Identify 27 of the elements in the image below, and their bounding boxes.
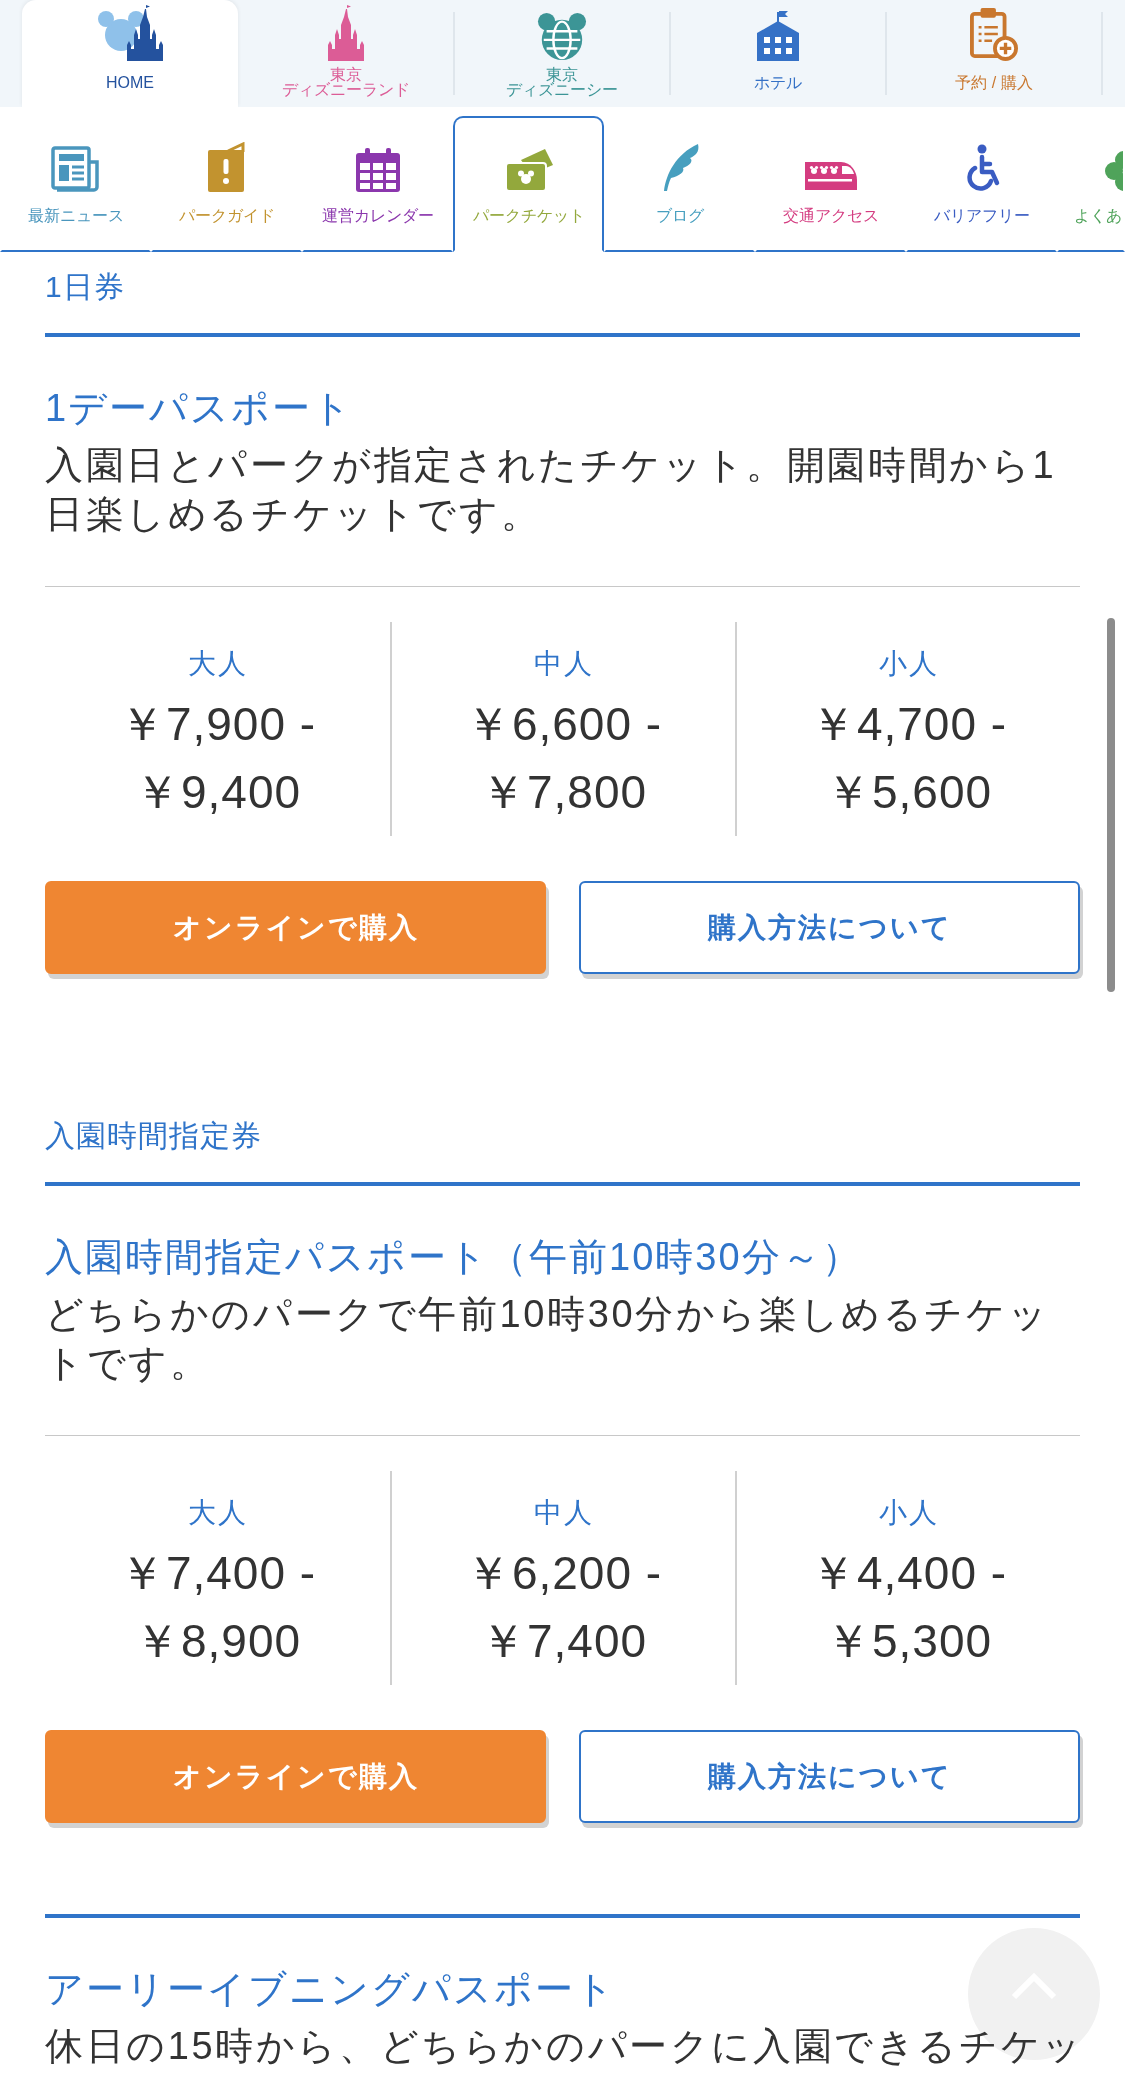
nav-tab[interactable]: 予約 / 購入	[886, 0, 1102, 107]
nav-tab[interactable]: 東京 ディズニーランド	[238, 0, 454, 107]
price-range: ￥6,600 - ￥7,800	[463, 697, 664, 820]
menu-tab[interactable]: パークチケット	[453, 116, 604, 252]
price-range: ￥7,900 - ￥9,400	[117, 697, 318, 820]
age-label: 大人	[187, 647, 248, 681]
ticket-description: どちらかのパークで午前10時30分から楽しめるチケットです。	[45, 1292, 1051, 1386]
nav-tab[interactable]: ホテル	[670, 0, 886, 107]
ticket-title: アーリーイブニングパスポート	[45, 1967, 616, 2012]
ticket-description: 入園日とパークが指定されたチケット。開園時間から1日楽しめるチケットです。	[45, 443, 1058, 537]
price-range: ￥4,400 - ￥5,300	[808, 1546, 1009, 1669]
nav-tab[interactable]: 東京 ディズニーシー	[454, 0, 670, 107]
age-label: 小人	[878, 647, 939, 681]
age-label: 小人	[878, 1496, 939, 1530]
age-label: 中人	[533, 1496, 594, 1530]
age-label: 大人	[187, 1496, 248, 1530]
price-range: ￥6,200 - ￥7,400	[463, 1546, 664, 1669]
ticket-description: 休日の15時から、どちらかのパークに入園できるチケッ	[45, 2024, 1084, 2069]
price-range: ￥4,700 - ￥5,600	[808, 697, 1009, 820]
age-label: 中人	[533, 647, 594, 681]
nav-tab[interactable]: HOME	[22, 0, 238, 107]
ticket-title: 1デーパスポート	[45, 386, 354, 431]
section-heading: 入園時間指定券	[45, 1118, 262, 1154]
price-range: ￥7,400 - ￥8,900	[117, 1546, 318, 1669]
section-heading: 1日券	[45, 269, 125, 305]
ticket-title: 入園時間指定パスポート（午前10時30分～）	[45, 1235, 862, 1280]
scrollbar-thumb[interactable]	[1107, 618, 1115, 992]
